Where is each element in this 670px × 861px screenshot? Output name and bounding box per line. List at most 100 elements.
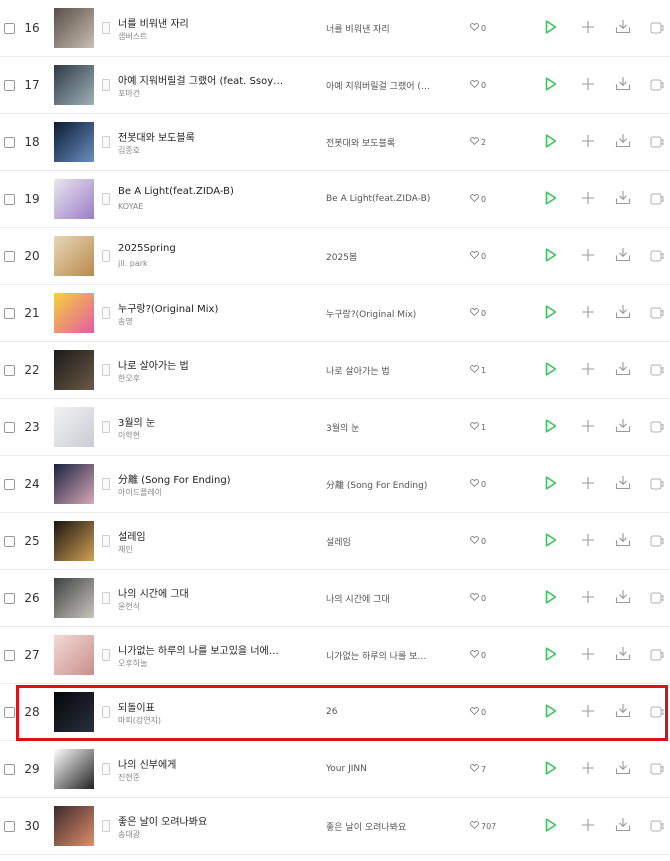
- artist-name[interactable]: 포마건: [118, 88, 288, 99]
- download-button[interactable]: [613, 0, 633, 56]
- download-button[interactable]: [613, 285, 633, 341]
- add-button[interactable]: [578, 513, 598, 569]
- album-name[interactable]: 2025봄: [326, 228, 454, 284]
- song-title[interactable]: Be A Light(feat.ZIDA-B): [118, 186, 288, 197]
- album-cover[interactable]: [54, 179, 94, 219]
- artist-name[interactable]: 송명: [118, 316, 288, 327]
- play-button[interactable]: [541, 570, 561, 626]
- table-row[interactable]: 18 전봇대와 보도블록 김종호 전봇대와 보도블록 2: [0, 114, 670, 171]
- song-title[interactable]: 나의 시간에 그대: [118, 585, 288, 600]
- download-button[interactable]: [613, 399, 633, 455]
- song-info-button[interactable]: [102, 228, 114, 284]
- table-row[interactable]: 28 되돌이표 마피(강연지) 26 0: [0, 684, 670, 741]
- download-button[interactable]: [613, 228, 633, 284]
- download-button[interactable]: [613, 684, 633, 740]
- row-checkbox[interactable]: [4, 821, 15, 832]
- album-name[interactable]: Be A Light(feat.ZIDA-B): [326, 171, 454, 227]
- song-title[interactable]: 3월의 눈: [118, 414, 288, 429]
- album-cover[interactable]: [54, 692, 94, 732]
- row-checkbox[interactable]: [4, 308, 15, 319]
- album-cover[interactable]: [54, 122, 94, 162]
- artist-name[interactable]: 김종호: [118, 145, 288, 156]
- play-button[interactable]: [541, 171, 561, 227]
- download-button[interactable]: [613, 342, 633, 398]
- like-button[interactable]: 1: [470, 399, 486, 455]
- mv-button[interactable]: [647, 57, 667, 113]
- add-button[interactable]: [578, 171, 598, 227]
- album-name[interactable]: 설레임: [326, 513, 454, 569]
- song-info-button[interactable]: [102, 342, 114, 398]
- add-button[interactable]: [578, 684, 598, 740]
- add-button[interactable]: [578, 399, 598, 455]
- table-row[interactable]: 22 나로 살아가는 법 한오후 나로 살아가는 법1: [0, 342, 670, 399]
- mv-button[interactable]: [647, 798, 667, 854]
- song-info-button[interactable]: [102, 285, 114, 341]
- download-button[interactable]: [613, 171, 633, 227]
- mv-button[interactable]: [647, 513, 667, 569]
- album-label[interactable]: 누구랑?(Original Mix): [326, 307, 416, 320]
- play-button[interactable]: [541, 798, 561, 854]
- album-label[interactable]: 너를 비워낸 자리: [326, 22, 390, 35]
- add-button[interactable]: [578, 114, 598, 170]
- album-label[interactable]: 나로 살아가는 법: [326, 364, 390, 377]
- play-button[interactable]: [541, 399, 561, 455]
- table-row[interactable]: 16 너를 비워낸 자리 샘버스트 너를 비워낸 자리 0: [0, 0, 670, 57]
- album-label[interactable]: 나의 시간에 그대: [326, 592, 390, 605]
- play-button[interactable]: [541, 627, 561, 683]
- artist-name[interactable]: 오후하늘: [118, 658, 288, 669]
- song-info-button[interactable]: [102, 684, 114, 740]
- album-cover[interactable]: [54, 293, 94, 333]
- album-label[interactable]: 3월의 눈: [326, 421, 359, 434]
- mv-button[interactable]: [647, 171, 667, 227]
- row-checkbox[interactable]: [4, 194, 15, 205]
- table-row[interactable]: 21 누구랑?(Original Mix) 송명 누구랑?(Original Mix)…: [0, 285, 670, 342]
- table-row[interactable]: 29 나의 신부에게 진현준 Your JINN 7: [0, 741, 670, 798]
- play-button[interactable]: [541, 684, 561, 740]
- add-button[interactable]: [578, 798, 598, 854]
- mv-button[interactable]: [647, 627, 667, 683]
- song-info-button[interactable]: [102, 570, 114, 626]
- row-checkbox[interactable]: [4, 365, 15, 376]
- row-checkbox[interactable]: [4, 650, 15, 661]
- table-row[interactable]: 24 分離 (Song For Ending) 아이드플레이 分離 (Song For…: [0, 456, 670, 513]
- album-name[interactable]: 分離 (Song For Ending): [326, 456, 454, 512]
- add-button[interactable]: [578, 570, 598, 626]
- like-button[interactable]: 0: [470, 228, 486, 284]
- album-label[interactable]: 니가없는 하루의 나를 보…: [326, 649, 426, 662]
- like-button[interactable]: 0: [470, 513, 486, 569]
- album-name[interactable]: 니가없는 하루의 나를 보…: [326, 627, 454, 683]
- mv-button[interactable]: [647, 684, 667, 740]
- play-button[interactable]: [541, 456, 561, 512]
- like-button[interactable]: 1: [470, 342, 486, 398]
- row-checkbox[interactable]: [4, 23, 15, 34]
- song-title[interactable]: 나의 신부에게: [118, 756, 288, 771]
- album-name[interactable]: 3월의 눈: [326, 399, 454, 455]
- artist-name[interactable]: KOYAE: [118, 202, 288, 211]
- album-cover[interactable]: [54, 749, 94, 789]
- album-cover[interactable]: [54, 407, 94, 447]
- like-button[interactable]: 0: [470, 684, 486, 740]
- song-info-button[interactable]: [102, 798, 114, 854]
- song-info-button[interactable]: [102, 57, 114, 113]
- song-info-button[interactable]: [102, 741, 114, 797]
- song-title[interactable]: 아예 지워버릴걸 그랬어 (feat. Ssoyo…: [118, 72, 288, 87]
- like-button[interactable]: 0: [470, 285, 486, 341]
- like-button[interactable]: 2: [470, 114, 486, 170]
- mv-button[interactable]: [647, 0, 667, 56]
- play-button[interactable]: [541, 342, 561, 398]
- mv-button[interactable]: [647, 114, 667, 170]
- song-title[interactable]: 전봇대와 보도블록: [118, 129, 288, 144]
- artist-name[interactable]: 이학현: [118, 430, 288, 441]
- album-label[interactable]: Be A Light(feat.ZIDA-B): [326, 194, 430, 204]
- artist-name[interactable]: 윤현식: [118, 601, 288, 612]
- like-button[interactable]: 707: [470, 798, 496, 854]
- song-title[interactable]: 2025Spring: [118, 243, 288, 254]
- song-title[interactable]: 너를 비워낸 자리: [118, 15, 288, 30]
- album-label[interactable]: 설레임: [326, 535, 351, 548]
- mv-button[interactable]: [647, 228, 667, 284]
- song-title[interactable]: 分離 (Song For Ending): [118, 471, 288, 486]
- add-button[interactable]: [578, 342, 598, 398]
- download-button[interactable]: [613, 513, 633, 569]
- album-name[interactable]: 전봇대와 보도블록: [326, 114, 454, 170]
- row-checkbox[interactable]: [4, 764, 15, 775]
